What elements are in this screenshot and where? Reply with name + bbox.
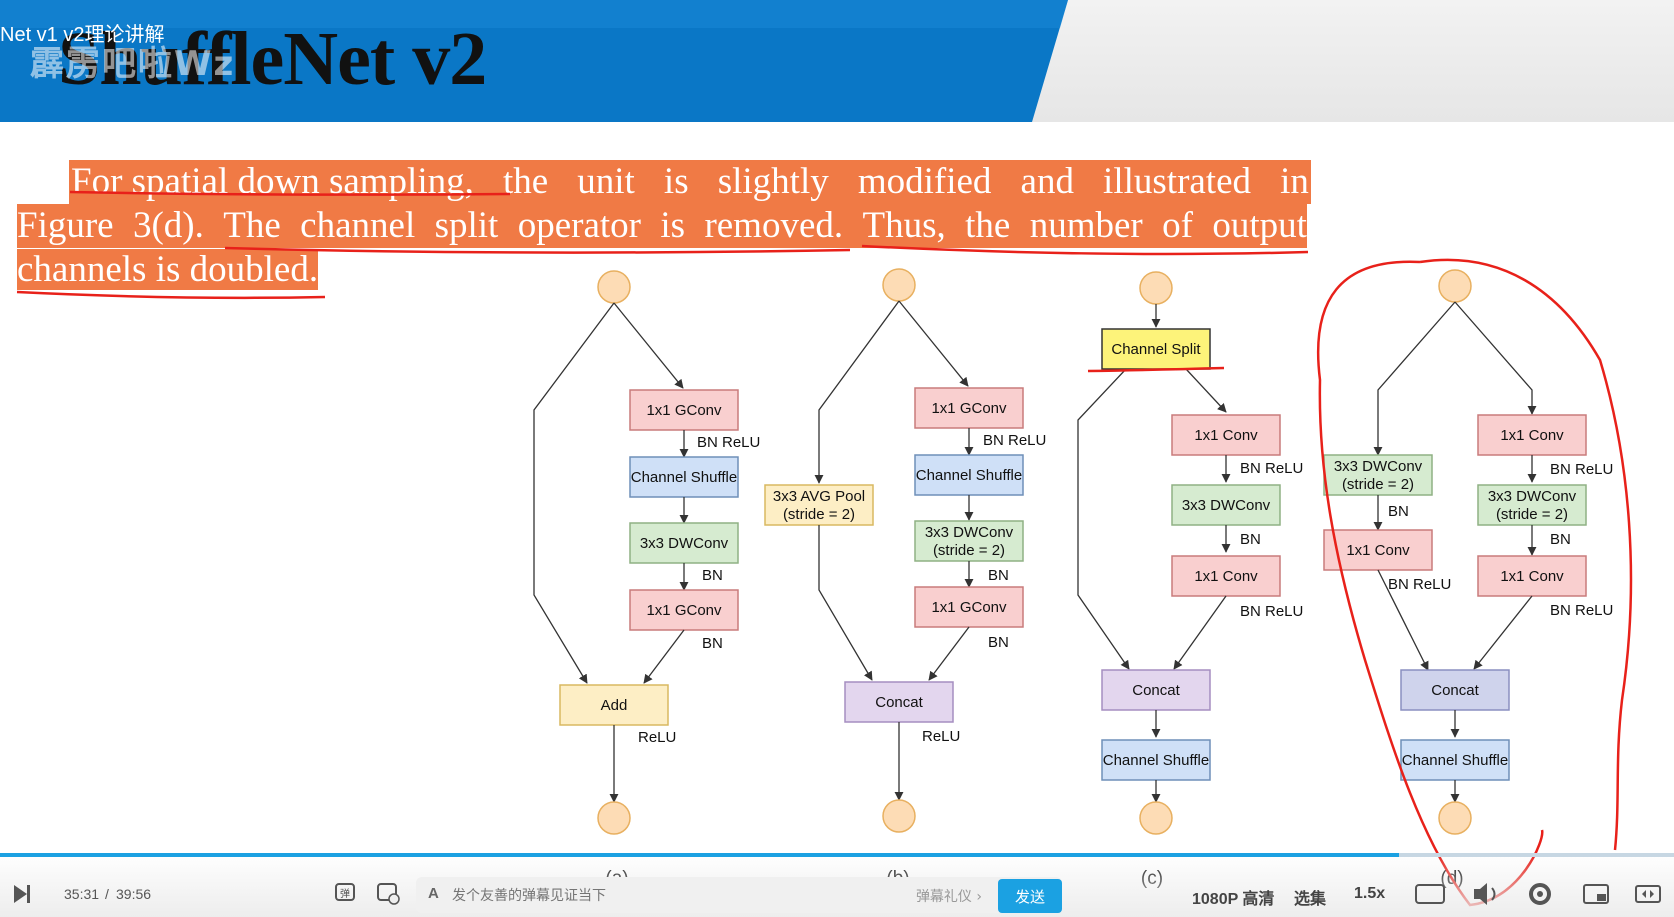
b-edge-right-1 xyxy=(898,300,969,387)
a-edge-skip xyxy=(533,302,615,684)
d-right-conv2-label: 1x1 Conv xyxy=(1500,568,1564,585)
d-left-dwconv-label-1: 3x3 DWConv xyxy=(1334,458,1423,475)
b-edge-left-2 xyxy=(818,525,873,681)
danmu-bar: A 弹幕礼仪 › xyxy=(416,877,1062,915)
a-bn2-label: BN xyxy=(702,635,723,652)
a-bn-relu-label: BN ReLU xyxy=(697,434,760,451)
d-input-node xyxy=(1438,269,1472,303)
c-conv1-label: 1x1 Conv xyxy=(1194,427,1258,444)
quality-selector[interactable]: 1080P 高清 xyxy=(1192,885,1274,909)
d-edge-right-1 xyxy=(1454,301,1537,415)
c-concat-label: Concat xyxy=(1132,682,1180,699)
a-output-node xyxy=(597,801,631,835)
d-edge-right-4 xyxy=(1473,595,1533,670)
d-output-node xyxy=(1438,801,1472,835)
c-edge-4 xyxy=(1173,595,1227,670)
b-dwconv-label-2: (stride = 2) xyxy=(933,542,1005,559)
d-right-dwconv-label-1: 3x3 DWConv xyxy=(1488,488,1577,505)
send-danmu-button[interactable]: 发送 xyxy=(998,879,1062,913)
c-edge-right-1 xyxy=(1185,368,1227,413)
c-bn-label: BN xyxy=(1240,531,1261,548)
b-gconv2-label: 1x1 GConv xyxy=(931,599,1007,616)
a-input-node xyxy=(597,270,631,304)
shufflenet-unit-diagram: 1x1 GConv BN ReLU Channel Shuffle 3x3 DWCon… xyxy=(533,268,1613,889)
a-relu-label: ReLU xyxy=(638,729,676,746)
c-input-node xyxy=(1139,271,1173,305)
b-concat-label: Concat xyxy=(875,694,923,711)
b-gconv1-label: 1x1 GConv xyxy=(931,400,1007,417)
c-bn-relu2-label: BN ReLU xyxy=(1240,603,1303,620)
c-output-node xyxy=(1139,801,1173,835)
time-separator: / xyxy=(105,886,109,902)
c-dwconv-label: 3x3 DWConv xyxy=(1182,497,1271,514)
b-channel-shuffle-label: Channel Shuffle xyxy=(916,467,1022,484)
d-left-bn-label: BN xyxy=(1388,503,1409,520)
slide: ShuffleNet v2 霹雳吧啦Wz Net v1 v2理论讲解 For s… xyxy=(0,0,1674,917)
speed-selector[interactable]: 1.5x xyxy=(1354,885,1385,903)
b-edge-left-1 xyxy=(814,300,900,484)
d-right-bn-relu1-label: BN ReLU xyxy=(1550,461,1613,478)
d-right-conv1-label: 1x1 Conv xyxy=(1500,427,1564,444)
progress-fill xyxy=(0,853,1400,857)
b-bn-relu-label: BN ReLU xyxy=(983,432,1046,449)
danmu-style-icon[interactable]: A xyxy=(428,885,439,902)
c-bn-relu1-label: BN ReLU xyxy=(1240,460,1303,477)
b-edge-5 xyxy=(928,626,970,681)
danmu-input[interactable] xyxy=(450,877,904,915)
a-gconv1-label: 1x1 GConv xyxy=(646,402,722,419)
d-left-bn-relu-label: BN ReLU xyxy=(1388,576,1451,593)
b-avgpool-label-1: 3x3 AVG Pool xyxy=(773,488,865,505)
a-gconv2-label: 1x1 GConv xyxy=(646,602,722,619)
d-right-bn-label: BN xyxy=(1550,531,1571,548)
c-channel-split-label: Channel Split xyxy=(1111,341,1201,358)
time-total: 39:56 xyxy=(116,886,152,902)
d-right-dwconv-label-2: (stride = 2) xyxy=(1496,506,1568,523)
a-add-label: Add xyxy=(601,697,628,714)
d-left-conv-label: 1x1 Conv xyxy=(1346,542,1410,559)
danmu-etiquette-link[interactable]: 弹幕礼仪 › xyxy=(916,886,982,906)
a-channel-shuffle-label: Channel Shuffle xyxy=(631,469,737,486)
b-output-node xyxy=(882,799,916,833)
a-dwconv-label: 3x3 DWConv xyxy=(640,535,729,552)
d-concat-label: Concat xyxy=(1431,682,1479,699)
b-dwconv-label-1: 3x3 DWConv xyxy=(925,524,1014,541)
b-avgpool-label-2: (stride = 2) xyxy=(783,506,855,523)
d-edge-left-1 xyxy=(1373,301,1456,456)
c-conv2-label: 1x1 Conv xyxy=(1194,568,1258,585)
b-input-node xyxy=(882,268,916,302)
b-relu-label: ReLU xyxy=(922,728,960,745)
b-bn2-label: BN xyxy=(988,634,1009,651)
c-channel-shuffle-label: Channel Shuffle xyxy=(1103,752,1209,769)
c-edge-skip xyxy=(1077,368,1130,670)
d-left-dwconv-label-2: (stride = 2) xyxy=(1342,476,1414,493)
a-edge-right-1 xyxy=(613,302,684,389)
a-edge-5 xyxy=(643,629,685,684)
d-channel-shuffle-label: Channel Shuffle xyxy=(1402,752,1508,769)
b-bn1-label: BN xyxy=(988,567,1009,584)
time-current: 35:31 xyxy=(64,886,100,902)
d-right-bn-relu2-label: BN ReLU xyxy=(1550,602,1613,619)
episodes-button[interactable]: 选集 xyxy=(1294,885,1326,909)
a-bn1-label: BN xyxy=(702,567,723,584)
